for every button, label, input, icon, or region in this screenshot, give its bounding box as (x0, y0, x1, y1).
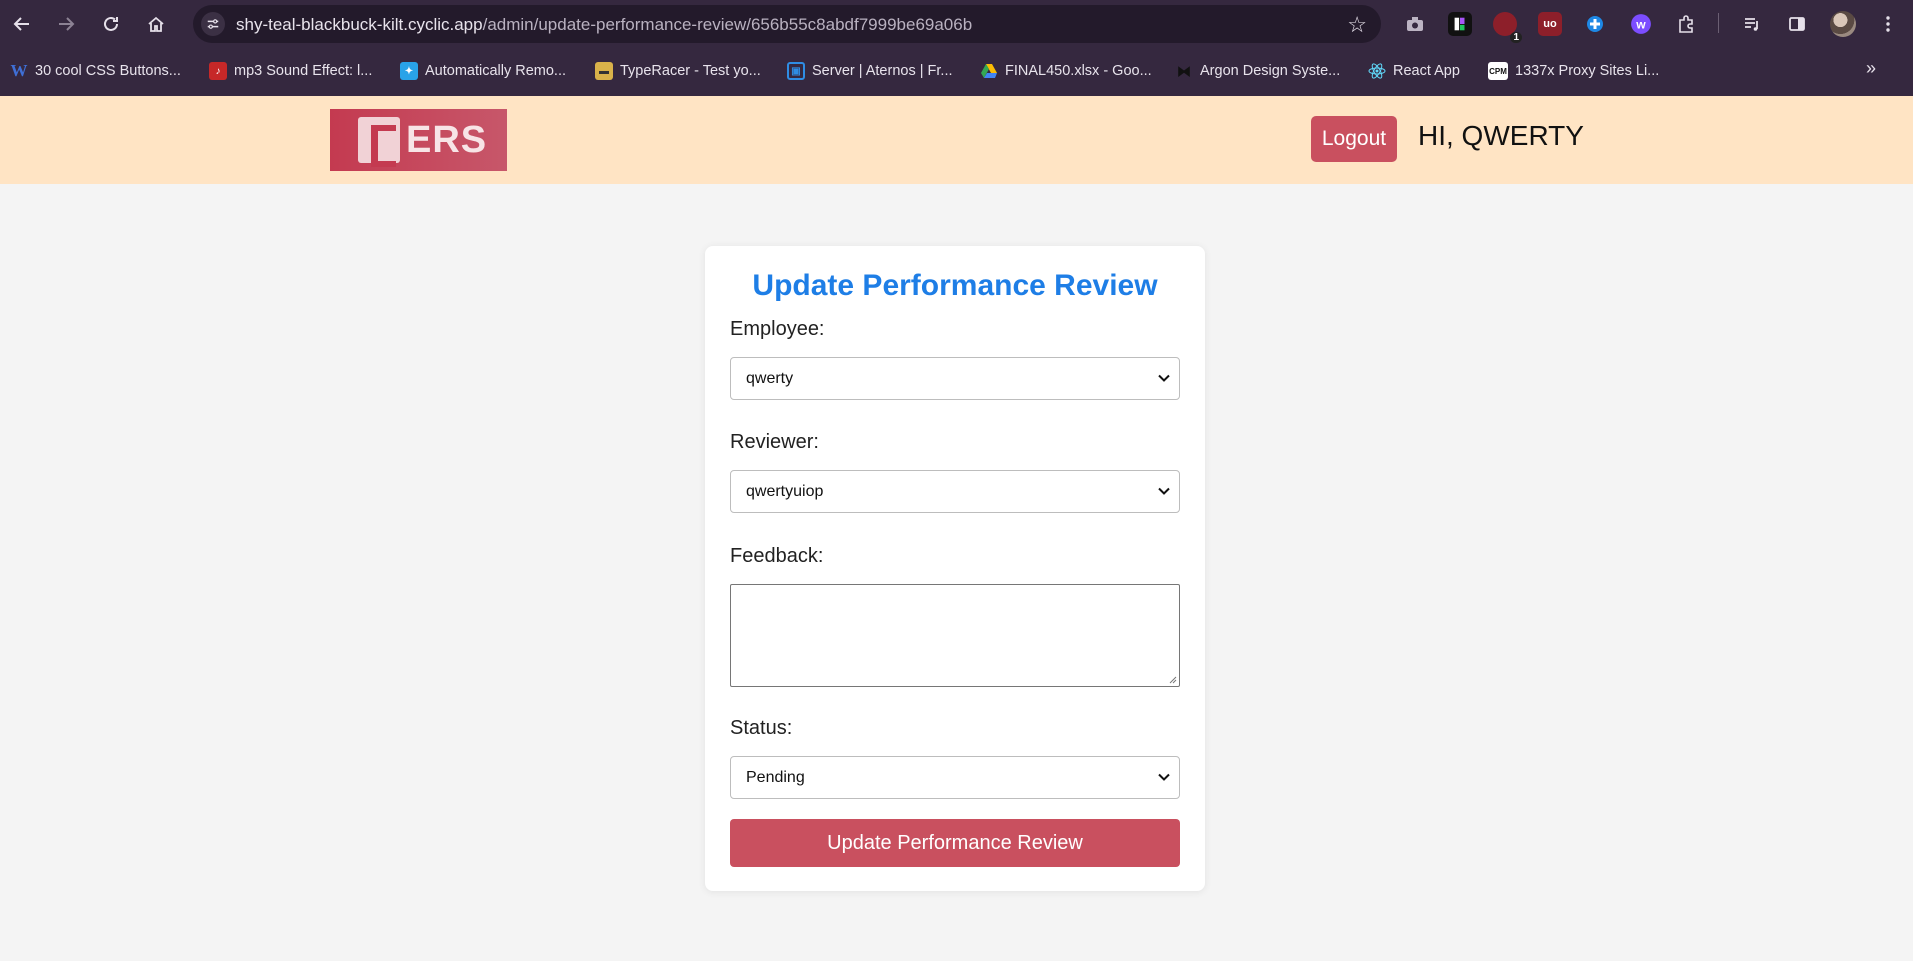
bookmark-item[interactable]: CPM 1337x Proxy Sites Li... (1488, 60, 1659, 82)
bookmark-label: Server | Aternos | Fr... (812, 63, 953, 79)
app-header: ERS Logout HI, QWERTY (0, 96, 1913, 184)
resize-handle-icon[interactable] (1167, 674, 1177, 684)
bookmark-label: 1337x Proxy Sites Li... (1515, 63, 1660, 79)
camera-extension-icon[interactable] (1403, 12, 1427, 36)
reload-icon[interactable] (95, 8, 127, 40)
bookmark-label: FINAL450.xlsx - Goo... (1005, 63, 1152, 79)
form-title: Update Performance Review (752, 269, 1158, 302)
bookmark-label: Automatically Remo... (425, 63, 567, 79)
logo-mark-icon (358, 117, 400, 167)
chevron-down-icon (1158, 773, 1170, 781)
employee-label: Employee: (730, 318, 825, 340)
media-queue-icon[interactable] (1740, 12, 1764, 36)
feedback-textarea[interactable] (730, 584, 1180, 687)
chevron-down-icon (1158, 487, 1170, 495)
bookmark-item[interactable]: W 30 cool CSS Buttons... (10, 60, 181, 82)
reviewer-select-value: qwertyuiop (746, 482, 824, 500)
reviewer-select[interactable]: qwertyuiop (730, 470, 1180, 513)
url-text: shy-teal-blackbuck-kilt.cyclic.app/admin… (236, 15, 972, 35)
home-icon[interactable] (140, 8, 172, 40)
forward-icon[interactable] (50, 8, 82, 40)
bookmark-item[interactable]: ▣ Server | Aternos | Fr... (787, 60, 953, 82)
bookmark-item[interactable]: ✦ Automatically Remo... (400, 60, 566, 82)
extension-badge: 1 (1510, 32, 1522, 43)
bookmarks-overflow-icon[interactable]: » (1866, 58, 1876, 79)
side-panel-icon[interactable] (1785, 12, 1809, 36)
employee-select-value: qwerty (746, 369, 794, 387)
shield-extension-icon[interactable]: 1 (1493, 12, 1522, 43)
update-review-button[interactable]: Update Performance Review (730, 819, 1180, 867)
bookmark-item[interactable]: ▬ TypeRacer - Test yo... (595, 60, 761, 82)
gear-blue-icon: ✦ (400, 62, 418, 80)
svg-text:w: w (1635, 17, 1646, 31)
ers-logo[interactable]: ERS (330, 109, 507, 171)
performance-review-form: Update Performance Review Employee: qwer… (705, 246, 1205, 891)
url-host: shy-teal-blackbuck-kilt.cyclic.app (236, 15, 483, 34)
browser-chrome: shy-teal-blackbuck-kilt.cyclic.app/admin… (0, 0, 1913, 96)
music-icon: ♪ (209, 62, 227, 80)
drive-icon (980, 62, 998, 80)
browser-toolbar: shy-teal-blackbuck-kilt.cyclic.app/admin… (0, 0, 1913, 48)
site-settings-icon[interactable] (201, 12, 225, 36)
w-circle-extension-icon[interactable]: w (1629, 12, 1653, 36)
bookmark-label: Argon Design Syste... (1200, 63, 1341, 79)
reviewer-label: Reviewer: (730, 431, 819, 453)
bookmark-item[interactable]: FINAL450.xlsx - Goo... (980, 60, 1152, 82)
color-extension-icon[interactable] (1448, 12, 1472, 36)
logo-text: ERS (406, 118, 488, 161)
bookmark-item[interactable]: ♪ mp3 Sound Effect: l... (209, 60, 372, 82)
w-icon: W (10, 61, 28, 80)
bookmark-star-icon[interactable]: ☆ (1347, 12, 1367, 38)
back-icon[interactable] (6, 8, 38, 40)
car-icon: ▬ (595, 62, 613, 80)
react-icon (1368, 62, 1386, 80)
extensions-puzzle-icon[interactable] (1674, 12, 1698, 36)
employee-select[interactable]: qwerty (730, 357, 1180, 400)
bookmark-label: TypeRacer - Test yo... (620, 63, 761, 79)
puzzle-blue-extension-icon[interactable] (1583, 12, 1607, 36)
user-greeting: HI, QWERTY (1418, 120, 1584, 151)
cpm-icon: CPM (1488, 62, 1508, 80)
address-bar[interactable]: shy-teal-blackbuck-kilt.cyclic.app/admin… (193, 5, 1381, 43)
server-icon: ▣ (787, 62, 805, 80)
ublock-icon[interactable]: uo (1538, 12, 1562, 36)
feedback-label: Feedback: (730, 545, 824, 567)
profile-avatar[interactable] (1830, 11, 1856, 37)
bookmark-label: React App (1393, 63, 1460, 79)
url-path: /admin/update-performance-review/656b55c… (482, 15, 973, 34)
bookmarks-bar: W 30 cool CSS Buttons... ♪ mp3 Sound Eff… (0, 56, 1913, 86)
more-menu-icon[interactable] (1876, 12, 1900, 36)
toolbar-divider (1718, 13, 1719, 33)
bookmark-item[interactable]: ⧓ Argon Design Syste... (1175, 60, 1340, 82)
status-select-value: Pending (746, 768, 805, 786)
logout-button[interactable]: Logout (1311, 116, 1397, 162)
argon-icon: ⧓ (1177, 62, 1191, 79)
bookmark-label: mp3 Sound Effect: l... (234, 63, 373, 79)
chevron-down-icon (1158, 374, 1170, 382)
status-label: Status: (730, 717, 793, 739)
status-select[interactable]: Pending (730, 756, 1180, 799)
bookmark-label: 30 cool CSS Buttons... (35, 63, 181, 79)
bookmark-item[interactable]: React App (1368, 60, 1460, 82)
